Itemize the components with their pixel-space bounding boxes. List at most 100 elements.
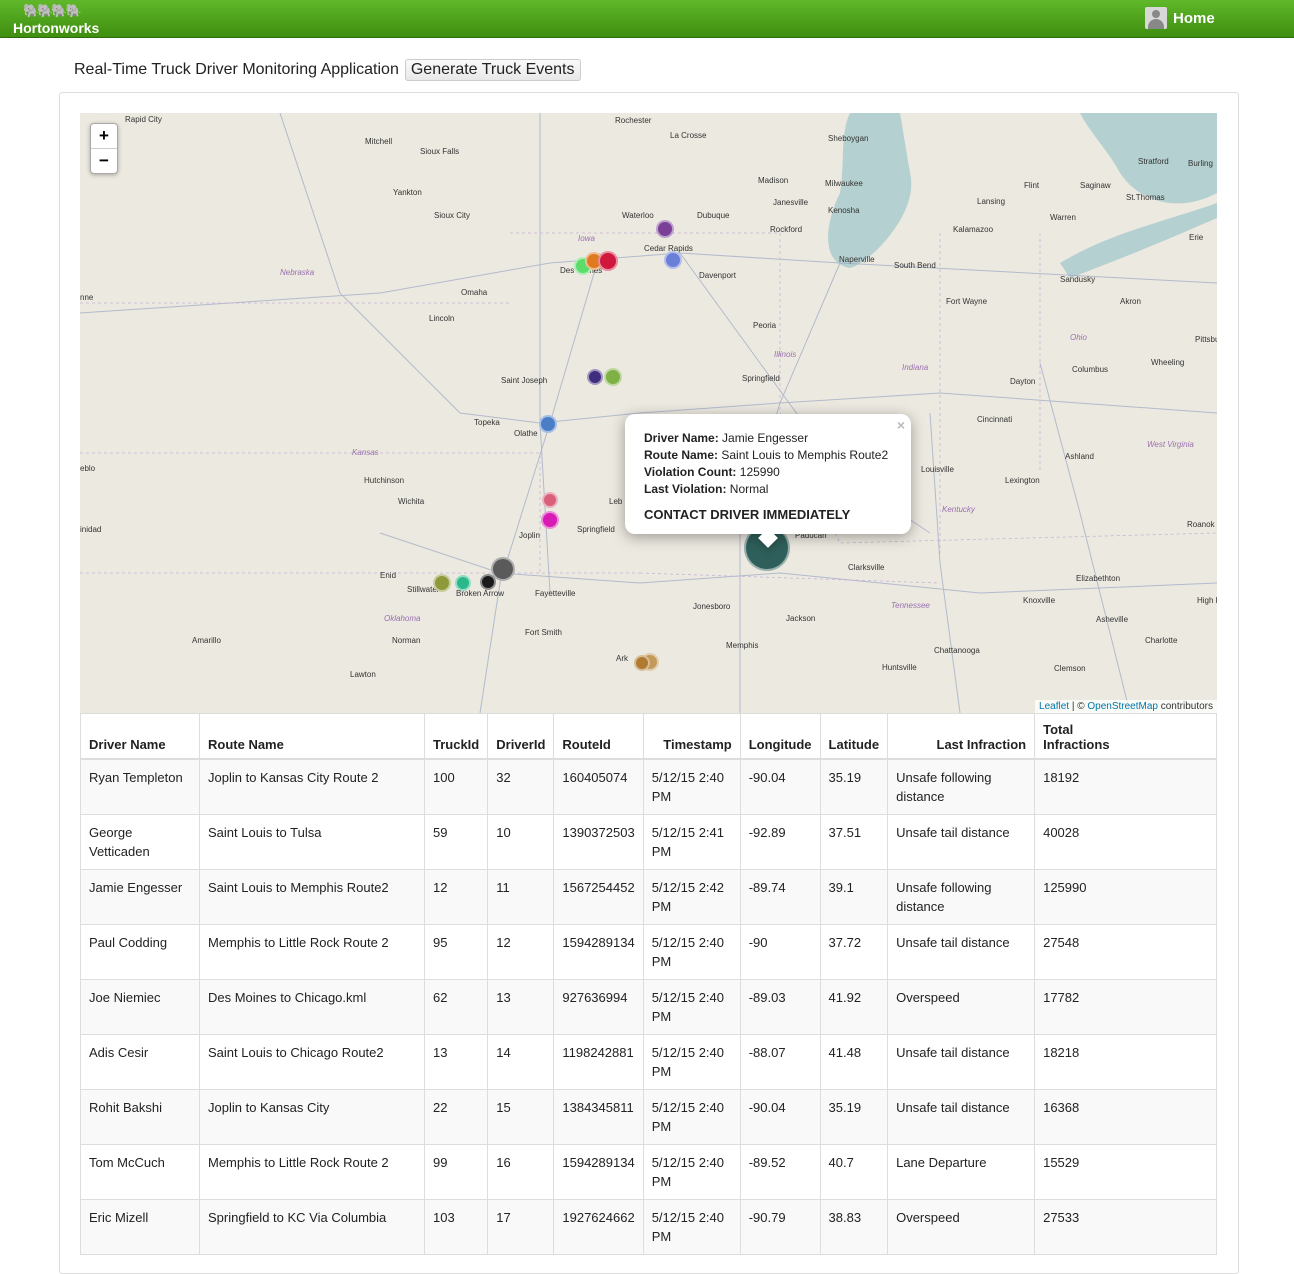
cell-routeid: 1927624662 xyxy=(553,1199,644,1255)
city-label: Joplin xyxy=(519,531,540,540)
page-title: Real-Time Truck Driver Monitoring Applic… xyxy=(74,61,399,78)
truck-marker[interactable] xyxy=(634,655,650,671)
generate-truck-events-button[interactable]: Generate Truck Events xyxy=(404,59,581,81)
table-row[interactable]: Tom McCuch Memphis to Little Rock Route 2… xyxy=(80,1144,1217,1200)
city-label: Kalamazoo xyxy=(953,225,994,234)
city-label: Erie xyxy=(1189,233,1204,242)
openstreetmap-link[interactable]: OpenStreetMap xyxy=(1087,701,1158,712)
driver-popup: × Driver Name: Jamie Engesser Route Name… xyxy=(625,414,911,548)
city-label: Rochester xyxy=(615,116,652,125)
cell-infraction: Unsafe following distance xyxy=(887,869,1036,925)
cell-lat: 37.72 xyxy=(819,924,889,980)
attribution-separator: | © xyxy=(1069,701,1088,712)
truck-events-table: Driver Name Route Name TruckId DriverId … xyxy=(80,713,1217,1255)
cell-ts: 5/12/15 2:40 PM xyxy=(642,1089,741,1145)
truck-marker[interactable] xyxy=(656,220,674,238)
cell-ts: 5/12/15 2:41 PM xyxy=(642,814,741,870)
zoom-in-button[interactable]: + xyxy=(91,124,117,148)
truck-marker[interactable] xyxy=(598,251,618,271)
table-row[interactable]: Eric Mizell Springfield to KC Via Columbi… xyxy=(80,1199,1217,1255)
truck-marker[interactable] xyxy=(433,574,451,592)
cell-lon: -90.79 xyxy=(739,1199,821,1255)
cell-truck: 12 xyxy=(423,869,489,925)
truck-marker[interactable] xyxy=(480,574,496,590)
truck-marker[interactable] xyxy=(541,511,559,529)
truck-marker[interactable] xyxy=(664,251,682,269)
close-icon[interactable]: × xyxy=(897,417,905,433)
city-label: Rockford xyxy=(770,225,803,234)
city-label: Sioux Falls xyxy=(420,147,460,156)
cell-truck: 95 xyxy=(423,924,489,980)
table-row[interactable]: Joe Niemiec Des Moines to Chicago.kml 62 13… xyxy=(80,979,1217,1035)
cell-driverid: 32 xyxy=(487,758,555,815)
cell-routeid: 1594289134 xyxy=(553,924,644,980)
cell-lat: 37.51 xyxy=(819,814,889,870)
city-label: Dayton xyxy=(1010,377,1036,386)
table-row[interactable]: George Vetticaden Saint Louis to Tulsa 59 1… xyxy=(80,814,1217,870)
truck-marker[interactable] xyxy=(539,415,557,433)
city-label: Peoria xyxy=(753,321,777,330)
truck-marker[interactable] xyxy=(587,369,603,385)
col-total-line1: Total xyxy=(1043,722,1074,737)
city-label: Fayetteville xyxy=(535,589,576,598)
city-label: Fort Wayne xyxy=(946,297,988,306)
popup-content: Driver Name: Jamie Engesser Route Name: … xyxy=(644,430,888,523)
table-row[interactable]: Adis Cesir Saint Louis to Chicago Route2 1… xyxy=(80,1034,1217,1090)
leaflet-link[interactable]: Leaflet xyxy=(1039,701,1069,712)
city-label: Huntsville xyxy=(882,663,917,672)
city-label: South Bend xyxy=(894,261,936,270)
cell-lat: 35.19 xyxy=(819,758,889,815)
state-label: Iowa xyxy=(578,234,595,243)
city-label: Janesville xyxy=(773,198,809,207)
cell-lon: -92.89 xyxy=(739,814,821,870)
city-label: Jackson xyxy=(786,614,816,623)
last-violation-value: Normal xyxy=(729,482,769,496)
city-label: Charlotte xyxy=(1145,636,1178,645)
truck-marker[interactable] xyxy=(604,368,622,386)
city-label: Lincoln xyxy=(429,314,455,323)
top-navbar: 🐘🐘🐘🐘 Hortonworks Home xyxy=(0,0,1294,38)
zoom-out-button[interactable]: − xyxy=(91,148,117,173)
table-row[interactable]: Rohit Bakshi Joplin to Kansas City 22 15 138… xyxy=(80,1089,1217,1145)
table-row[interactable]: Jamie Engesser Saint Louis to Memphis Rou… xyxy=(80,869,1217,925)
cell-routeid: 1390372503 xyxy=(553,814,644,870)
truck-marker[interactable] xyxy=(455,575,471,591)
col-truck-id: TruckId xyxy=(423,713,489,760)
city-label: Stratford xyxy=(1138,157,1169,166)
table-row[interactable]: Ryan Templeton Joplin to Kansas City Rout… xyxy=(80,758,1217,815)
cell-truck: 99 xyxy=(423,1144,489,1200)
cell-infraction: Unsafe tail distance xyxy=(887,924,1036,980)
city-label: Milwaukee xyxy=(825,179,863,188)
home-link[interactable]: Home xyxy=(1145,6,1215,30)
map-view[interactable]: Rapid City Rochester La Crosse Sheboygan Mit… xyxy=(80,113,1217,713)
cell-infraction: Overspeed xyxy=(887,979,1036,1035)
cell-route: Joplin to Kansas City xyxy=(199,1089,425,1145)
truck-marker[interactable] xyxy=(542,492,558,508)
cell-driver: Eric Mizell xyxy=(80,1199,200,1255)
cell-lon: -90 xyxy=(739,924,821,980)
city-label: Amarillo xyxy=(192,636,221,645)
table-row[interactable]: Paul Codding Memphis to Little Rock Route… xyxy=(80,924,1217,980)
cell-ts: 5/12/15 2:40 PM xyxy=(642,1034,741,1090)
city-label: Naperville xyxy=(839,255,875,264)
route-name-value: Saint Louis to Memphis Route2 xyxy=(721,448,889,462)
cell-routeid: 1567254452 xyxy=(553,869,644,925)
city-label: Olathe xyxy=(514,429,538,438)
cell-lat: 35.19 xyxy=(819,1089,889,1145)
cell-lon: -89.03 xyxy=(739,979,821,1035)
cell-routeid: 1594289134 xyxy=(553,1144,644,1200)
city-label: Fort Smith xyxy=(525,628,562,637)
cell-infraction: Lane Departure xyxy=(887,1144,1036,1200)
cell-total: 16368 xyxy=(1034,1089,1217,1145)
col-latitude: Latitude xyxy=(819,713,889,760)
col-total-infractions: Total Infractions xyxy=(1034,713,1217,760)
city-label: Cincinnati xyxy=(977,415,1013,424)
city-label: Columbus xyxy=(1072,365,1109,374)
city-label: Hutchinson xyxy=(364,476,405,485)
cell-driverid: 16 xyxy=(487,1144,555,1200)
city-label: Chattanooga xyxy=(934,646,980,655)
city-label: Enid xyxy=(380,571,397,580)
hortonworks-logo[interactable]: 🐘🐘🐘🐘 Hortonworks xyxy=(13,3,105,36)
city-label: Madison xyxy=(758,176,789,185)
route-name-label: Route Name: xyxy=(644,448,719,462)
